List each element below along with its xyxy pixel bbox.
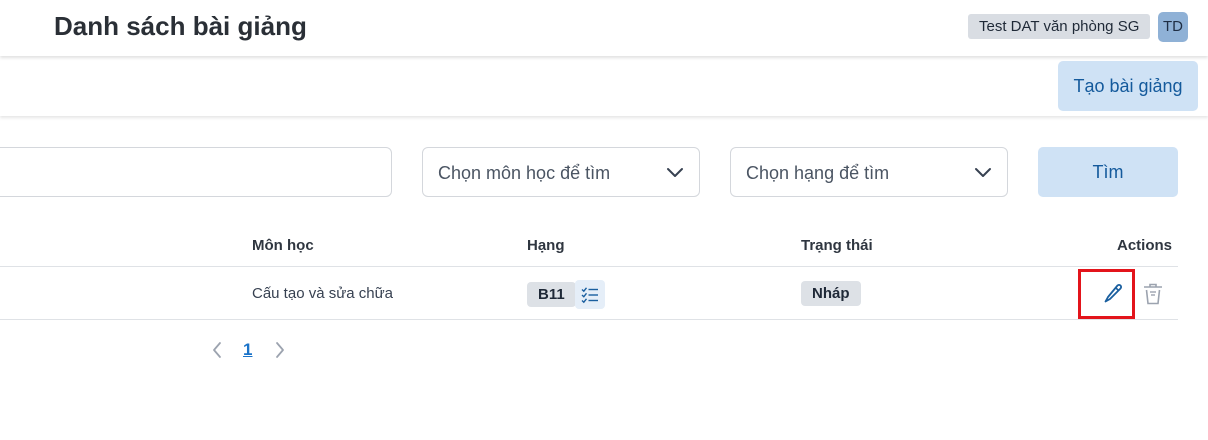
- rank-badge: B11: [527, 282, 576, 307]
- page-title: Danh sách bài giảng: [54, 11, 307, 41]
- create-lecture-button[interactable]: Tạo bài giảng: [1058, 61, 1198, 111]
- chevron-down-icon: [975, 168, 991, 177]
- chevron-right-icon: [276, 342, 284, 358]
- rank-select[interactable]: Chọn hạng để tìm: [730, 147, 1008, 197]
- column-header-subject: Môn học: [252, 237, 314, 254]
- checklist-icon: [581, 287, 598, 304]
- subject-select-placeholder: Chọn môn học để tìm: [438, 163, 611, 183]
- column-header-rank: Hạng: [527, 237, 565, 254]
- row-subject: Cấu tạo và sửa chữa: [252, 285, 393, 302]
- pagination-prev-button[interactable]: [209, 340, 227, 360]
- column-header-actions: Actions: [1117, 237, 1173, 254]
- app-header: Danh sách bài giảng Test DAT văn phòng S…: [0, 0, 1208, 56]
- rank-select-placeholder: Chọn hạng để tìm: [746, 163, 890, 183]
- pagination-next-button[interactable]: [270, 340, 288, 360]
- org-badge[interactable]: Test DAT văn phòng SG: [968, 14, 1151, 39]
- edit-highlight-box: [1078, 269, 1135, 319]
- table-header-divider: [0, 266, 1178, 267]
- status-badge: Nháp: [801, 281, 861, 306]
- subject-select[interactable]: Chọn môn học để tìm: [422, 147, 700, 197]
- avatar[interactable]: TD: [1158, 12, 1188, 42]
- pagination-page-1[interactable]: 1: [243, 340, 252, 360]
- table-row-divider: [0, 319, 1178, 320]
- search-input[interactable]: [0, 147, 392, 197]
- action-toolbar: [0, 56, 1208, 116]
- trash-icon: [1144, 283, 1162, 305]
- delete-button[interactable]: [1142, 282, 1164, 306]
- rank-details-button[interactable]: [575, 280, 605, 309]
- column-header-status: Trạng thái: [801, 237, 873, 254]
- search-button[interactable]: Tìm: [1038, 147, 1178, 197]
- chevron-left-icon: [213, 342, 221, 358]
- chevron-down-icon: [667, 168, 683, 177]
